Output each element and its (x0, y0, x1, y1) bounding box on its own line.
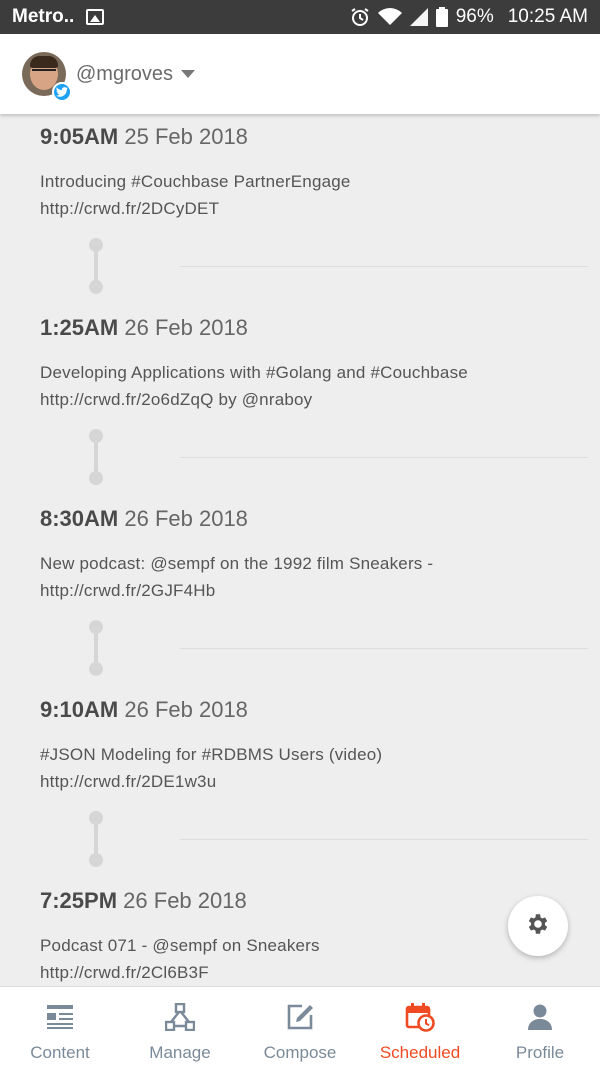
post-date: 25 Feb 2018 (124, 124, 248, 149)
post-text: #JSON Modeling for #RDBMS Users (video) … (40, 741, 580, 795)
profile-icon (527, 1001, 553, 1033)
avatar-hair (30, 56, 58, 68)
scheduled-post[interactable]: 1:25AM 26 Feb 2018 Developing Applicatio… (40, 315, 580, 413)
post-text-line1: Developing Applications with #Golang and… (40, 363, 468, 382)
timeline-connector (89, 238, 103, 294)
signal-icon (409, 8, 428, 26)
nav-scheduled[interactable]: Scheduled (360, 987, 480, 1067)
post-text-line1: New podcast: @sempf on the 1992 film Sne… (40, 554, 434, 573)
nav-profile-label: Profile (515, 1043, 565, 1062)
post-text: Podcast 071 - @sempf on Sneakers http://… (40, 932, 580, 986)
scheduled-post[interactable]: 9:05AM 25 Feb 2018 Introducing #Couchbas… (40, 124, 580, 222)
post-date: 26 Feb 2018 (123, 888, 247, 913)
timeline-connector (89, 620, 103, 676)
divider (180, 266, 588, 267)
post-time: 8:30AM (40, 506, 119, 531)
settings-button[interactable] (508, 896, 568, 956)
scheduled-feed[interactable]: 9:05AM 25 Feb 2018 Introducing #Couchbas… (0, 114, 600, 986)
post-timestamp: 9:05AM 25 Feb 2018 (40, 124, 580, 150)
twitter-icon (52, 82, 72, 102)
nav-content[interactable]: Content (0, 987, 120, 1067)
nav-profile[interactable]: Profile (480, 987, 600, 1067)
post-timestamp: 8:30AM 26 Feb 2018 (40, 506, 580, 532)
post-date: 26 Feb 2018 (124, 697, 248, 722)
account-header[interactable]: @mgroves (0, 34, 600, 114)
manage-icon (165, 1001, 195, 1033)
calendar-clock-icon (405, 1001, 435, 1033)
post-date: 26 Feb 2018 (124, 315, 248, 340)
post-text-line1: #JSON Modeling for #RDBMS Users (video) (40, 745, 383, 764)
divider (180, 648, 588, 649)
scheduled-post[interactable]: 9:10AM 26 Feb 2018 #JSON Modeling for #R… (40, 697, 580, 795)
post-text: Introducing #Couchbase PartnerEngage htt… (40, 168, 580, 222)
post-text-line2: http://crwd.fr/2DE1w3u (40, 772, 217, 791)
post-time: 9:10AM (40, 697, 119, 722)
scheduled-post[interactable]: 7:25PM 26 Feb 2018 Podcast 071 - @sempf … (40, 888, 580, 986)
post-date: 26 Feb 2018 (124, 506, 248, 531)
divider (180, 839, 588, 840)
content-icon (46, 1001, 74, 1033)
post-time: 9:05AM (40, 124, 119, 149)
post-timestamp: 9:10AM 26 Feb 2018 (40, 697, 580, 723)
post-text: Developing Applications with #Golang and… (40, 359, 580, 413)
post-text-line1: Podcast 071 - @sempf on Sneakers (40, 936, 320, 955)
timeline-connector (89, 811, 103, 867)
status-right: 96% 10:25 AM (350, 6, 588, 28)
post-text-line2: http://crwd.fr/2GJF4Hb (40, 581, 216, 600)
alarm-icon (350, 7, 370, 27)
gear-icon (525, 911, 551, 942)
nav-scheduled-label: Scheduled (379, 1043, 461, 1062)
avatar-glasses (32, 69, 56, 75)
timeline-connector (89, 429, 103, 485)
post-timestamp: 7:25PM 26 Feb 2018 (40, 888, 580, 914)
scheduled-post[interactable]: 8:30AM 26 Feb 2018 New podcast: @sempf o… (40, 506, 580, 604)
wifi-icon (377, 8, 402, 26)
nav-compose-label: Compose (263, 1043, 337, 1062)
post-text: New podcast: @sempf on the 1992 film Sne… (40, 550, 580, 604)
nav-compose[interactable]: Compose (240, 987, 360, 1067)
post-timestamp: 1:25AM 26 Feb 2018 (40, 315, 580, 341)
nav-manage-label: Manage (149, 1043, 211, 1062)
nav-manage[interactable]: Manage (120, 987, 240, 1067)
status-bar: Metro.. 96% 10:25 AM (0, 0, 600, 34)
battery-icon (435, 7, 448, 27)
battery-percent: 96% (455, 6, 494, 27)
post-text-line2: http://crwd.fr/2DCyDET (40, 199, 220, 218)
post-text-line1: Introducing #Couchbase PartnerEngage (40, 172, 351, 191)
image-notification-icon (86, 9, 105, 25)
post-time: 7:25PM (40, 888, 118, 913)
post-text-line2: http://crwd.fr/2o6dZqQ by @nraboy (40, 390, 313, 409)
post-time: 1:25AM (40, 315, 119, 340)
compose-icon (286, 1001, 314, 1033)
divider (180, 457, 588, 458)
nav-content-label: Content (30, 1043, 90, 1062)
chevron-down-icon[interactable] (181, 70, 195, 78)
bottom-nav: Content Manage Compose Scheduled Profile (0, 986, 600, 1067)
clock: 10:25 AM (507, 6, 588, 27)
account-handle[interactable]: @mgroves (76, 63, 173, 86)
post-text-line2: http://crwd.fr/2Cl6B3F (40, 963, 209, 982)
avatar[interactable] (22, 52, 72, 102)
carrier-label: Metro.. (12, 6, 75, 27)
